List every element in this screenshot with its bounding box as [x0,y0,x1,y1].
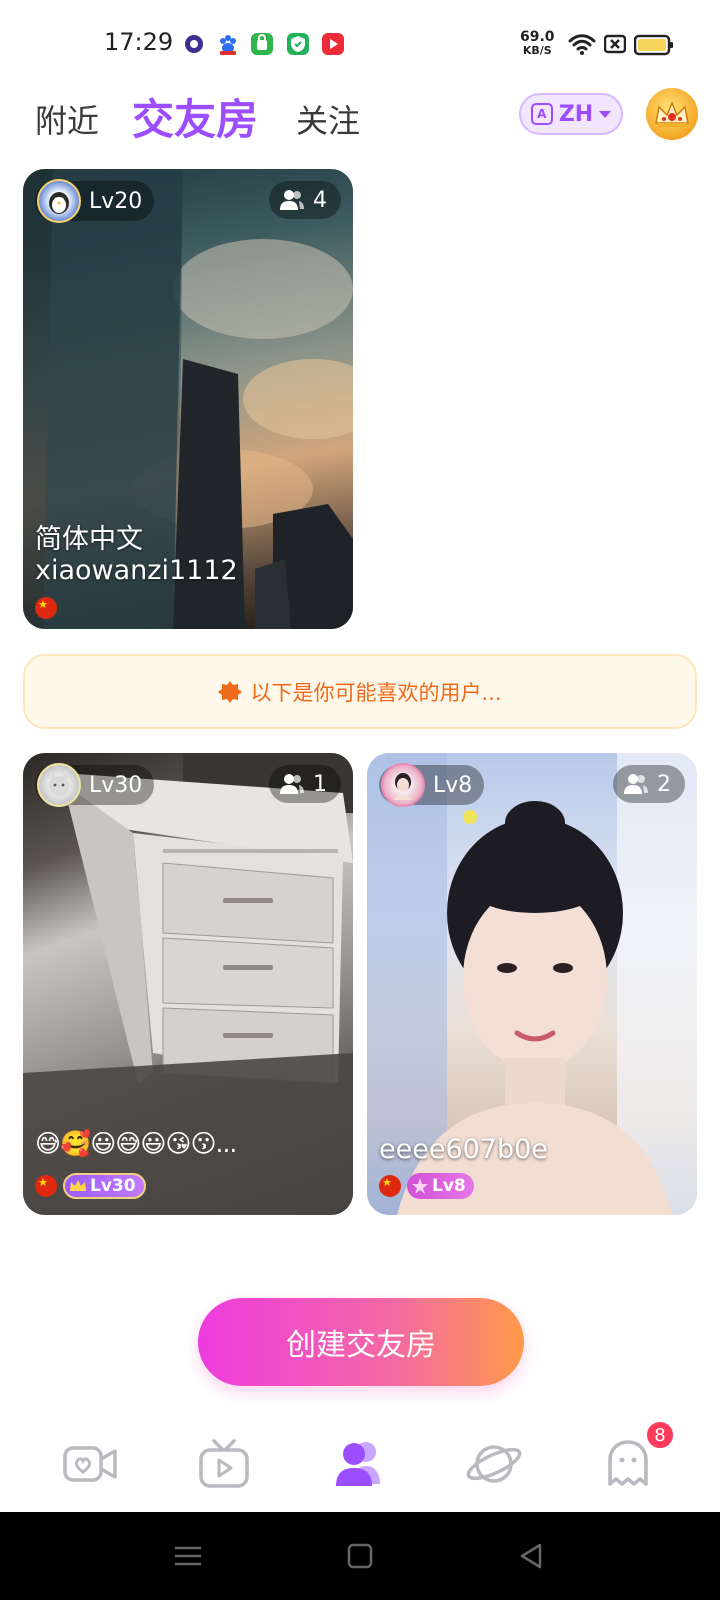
user-level-badge: Lv30 [63,1173,146,1199]
user-portrait-icon [393,773,413,800]
message-count-badge: 8 [645,1420,675,1450]
status-time: 17:29 [104,28,174,56]
menu-icon[interactable] [172,1540,204,1572]
penguin-avatar-icon [49,192,69,214]
online-count-pill: 2 [613,765,685,803]
translate-icon: A [530,103,553,125]
online-count-pill: 4 [269,181,341,219]
home-icon[interactable] [344,1540,376,1572]
host-level: Lv8 [433,772,473,798]
security-app-icon [286,32,310,56]
create-room-button[interactable]: 创建交友房 [198,1298,524,1386]
tab-live[interactable] [192,1436,256,1492]
tab-nearby[interactable]: 附近 [35,96,99,142]
crown-icon [655,101,689,127]
network-speed-unit: KB/S [522,44,552,57]
battery-icon [634,34,673,56]
friends-room-icon [336,1442,380,1486]
online-count: 2 [657,771,671,797]
online-count: 4 [313,187,327,213]
back-icon[interactable] [516,1540,548,1572]
no-sim-icon [604,34,626,54]
online-count-pill: 1 [269,765,341,803]
app-notification-icon [182,32,206,56]
user-level-badge: Lv8 [407,1173,474,1199]
shopping-app-icon [250,32,274,56]
status-bar: 17:29 69.0 KB/S [0,0,720,80]
recommend-banner: 以下是你可能喜欢的用户... [23,654,697,729]
video-call-icon [63,1446,117,1482]
host-level-pill: Lv30 [35,763,155,807]
room-card[interactable]: Lv8 2 eeee607b0e Lv8 [367,753,697,1215]
china-flag-icon [35,1175,57,1197]
room-card[interactable]: Lv20 4 简体中文 xiaowanzi1112 [23,169,353,629]
room-title: 😅🥰😃😅😃😘😗... [35,1129,237,1158]
room-title: 简体中文 [35,524,143,555]
host-avatar[interactable] [37,179,81,223]
cat-avatar-icon [49,773,69,796]
user-level-badge-label: Lv30 [90,1176,136,1196]
crown-avatar-button[interactable] [646,88,698,140]
users-icon [280,774,304,794]
tv-icon [199,1439,249,1488]
system-navigation-bar [0,1512,720,1600]
star-icon [412,1178,428,1194]
recommend-text: 以下是你可能喜欢的用户... [250,680,502,705]
users-icon [624,774,648,794]
china-flag-icon [35,597,57,619]
create-room-label: 创建交友房 [286,1328,436,1363]
tab-friend-room[interactable] [328,1436,392,1492]
tab-following[interactable]: 关注 [296,96,360,142]
host-level: Lv30 [89,772,143,798]
users-icon [280,190,304,210]
room-owner-name: xiaowanzi1112 [35,555,238,586]
host-avatar[interactable] [37,763,81,807]
wifi-icon [568,34,596,55]
planet-icon [466,1445,522,1483]
badge-star-icon [218,680,243,703]
crown-icon [70,1180,86,1191]
network-speed-value: 69.0 [520,29,555,45]
host-avatar[interactable] [381,763,425,807]
tab-video-call[interactable] [58,1436,122,1492]
tab-friend-room[interactable]: 交友房 [132,86,258,147]
room-title: eeee607b0e [379,1134,548,1165]
user-level-badge-label: Lv8 [432,1176,466,1196]
baidu-icon [216,32,240,56]
video-app-icon [321,32,345,56]
bottom-tab-bar [0,1414,720,1514]
host-level-pill: Lv8 [379,763,485,807]
language-label: ZH [558,101,594,127]
network-speed: 69.0 KB/S [520,30,555,58]
room-card[interactable]: Lv30 1 😅🥰😃😅😃😘😗... Lv30 [23,753,353,1215]
language-selector-button[interactable]: A ZH [519,93,623,135]
chevron-down-icon [599,110,612,118]
china-flag-icon [379,1175,401,1197]
host-level: Lv20 [89,188,143,214]
host-level-pill: Lv20 [35,179,155,223]
online-count: 1 [313,771,327,797]
tab-explore[interactable] [462,1436,526,1492]
